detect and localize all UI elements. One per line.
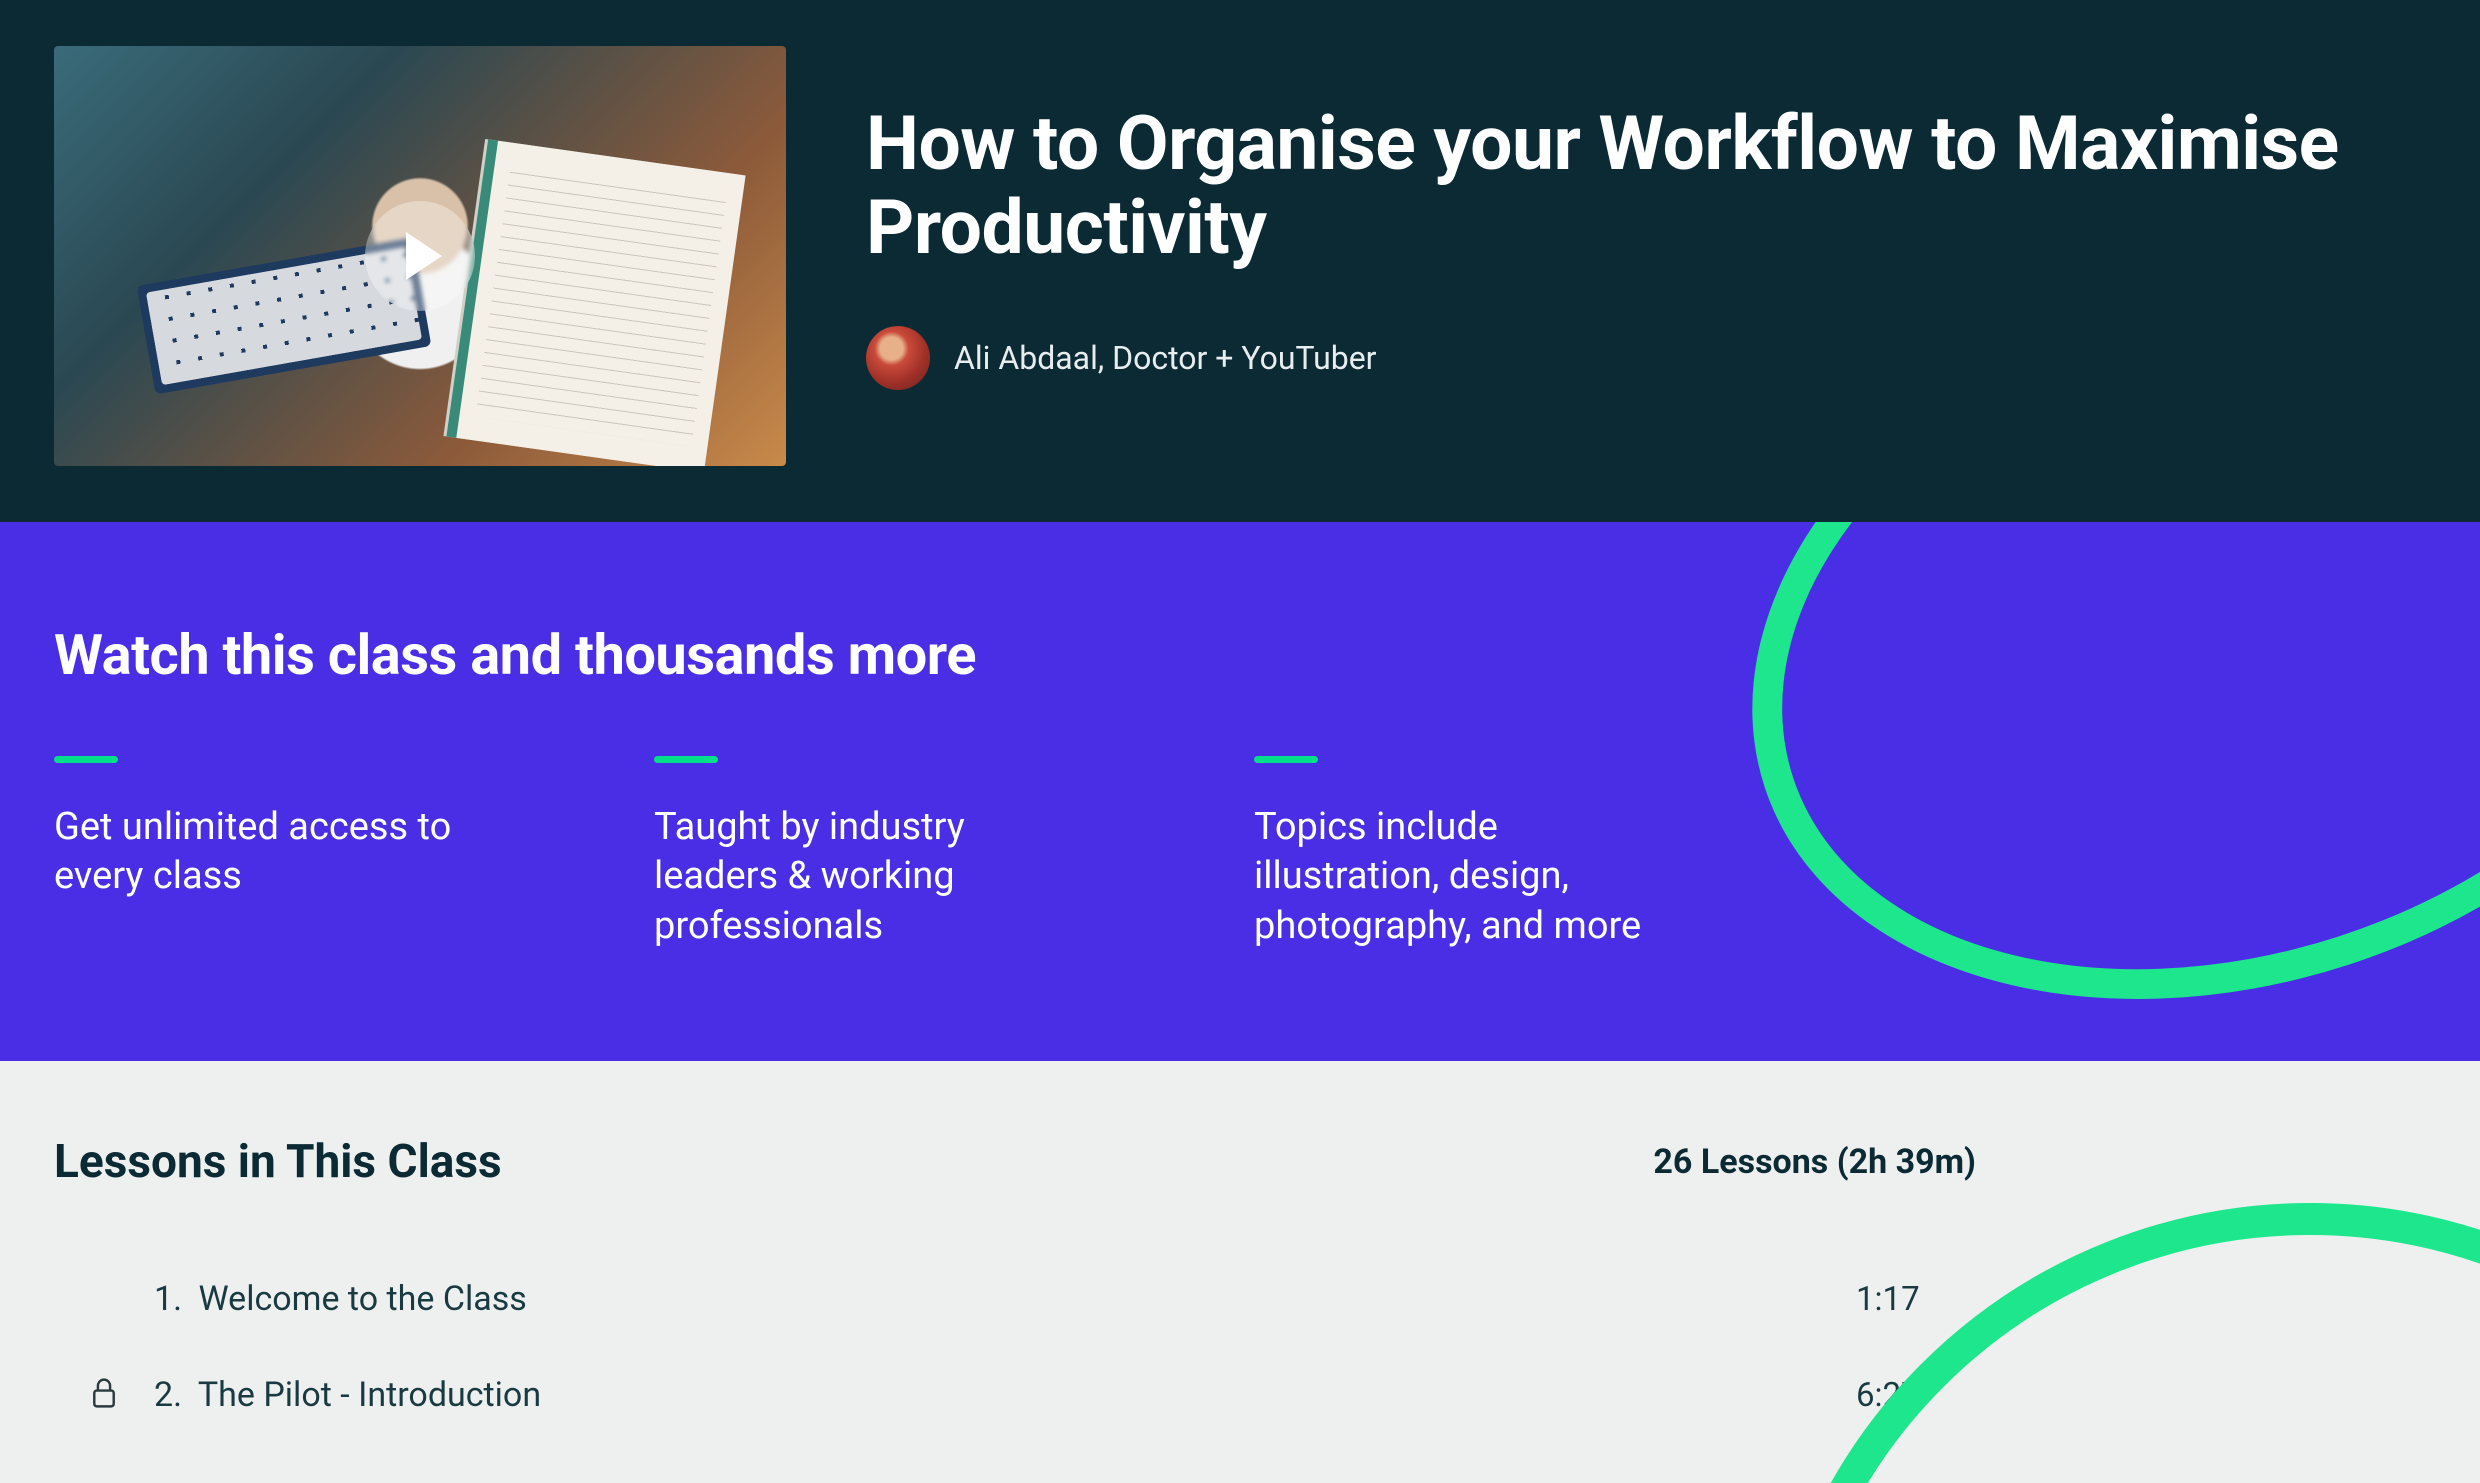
lesson-number: 2. <box>154 1375 182 1415</box>
lesson-duration: 1:17 <box>1856 1280 1976 1319</box>
play-button[interactable] <box>365 201 475 311</box>
instructor-row[interactable]: Ali Abdaal, Doctor + YouTuber <box>866 326 2426 390</box>
hero-info: How to Organise your Workflow to Maximis… <box>866 46 2426 390</box>
feature-item: Taught by industry leaders & working pro… <box>654 756 1074 951</box>
thumbnail-notebook <box>446 139 745 466</box>
lesson-label: 1. Welcome to the Class <box>154 1279 1856 1319</box>
feature-text: Taught by industry leaders & working pro… <box>654 803 1074 951</box>
feature-item: Get unlimited access to every class <box>54 756 474 951</box>
course-hero: How to Organise your Workflow to Maximis… <box>0 0 2480 522</box>
lesson-title: The Pilot - Introduction <box>198 1375 541 1415</box>
play-icon <box>406 232 442 280</box>
accent-dash-icon <box>1254 756 1318 763</box>
feature-text: Topics include illustration, design, pho… <box>1254 803 1674 951</box>
lesson-label: 2. The Pilot - Introduction <box>154 1375 1856 1415</box>
promo-headline: Watch this class and thousands more <box>54 622 2426 688</box>
lessons-summary: 26 Lessons (2h 39m) <box>1653 1142 1976 1182</box>
lesson-row[interactable]: 2. The Pilot - Introduction 6:27 <box>54 1347 2426 1443</box>
lessons-section: Lessons in This Class 26 Lessons (2h 39m… <box>0 1061 2480 1483</box>
lesson-row[interactable]: 1. Welcome to the Class 1:17 <box>54 1251 2426 1347</box>
promo-banner: Watch this class and thousands more Get … <box>0 522 2480 1061</box>
lesson-duration: 6:27 <box>1856 1376 1976 1415</box>
course-title: How to Organise your Workflow to Maximis… <box>866 102 2426 270</box>
accent-dash-icon <box>54 756 118 763</box>
instructor-name: Ali Abdaal, Doctor + YouTuber <box>954 339 1377 377</box>
feature-item: Topics include illustration, design, pho… <box>1254 756 1674 951</box>
feature-text: Get unlimited access to every class <box>54 803 474 902</box>
course-preview-thumbnail[interactable] <box>54 46 786 466</box>
lessons-header: Lessons in This Class 26 Lessons (2h 39m… <box>54 1135 2426 1189</box>
lock-icon <box>89 1376 119 1414</box>
promo-features: Get unlimited access to every class Taug… <box>54 756 2426 951</box>
avatar <box>866 326 930 390</box>
lock-column <box>54 1376 154 1414</box>
lessons-title: Lessons in This Class <box>54 1135 502 1189</box>
lesson-number: 1. <box>154 1279 182 1319</box>
lesson-title: Welcome to the Class <box>199 1279 527 1319</box>
accent-dash-icon <box>654 756 718 763</box>
